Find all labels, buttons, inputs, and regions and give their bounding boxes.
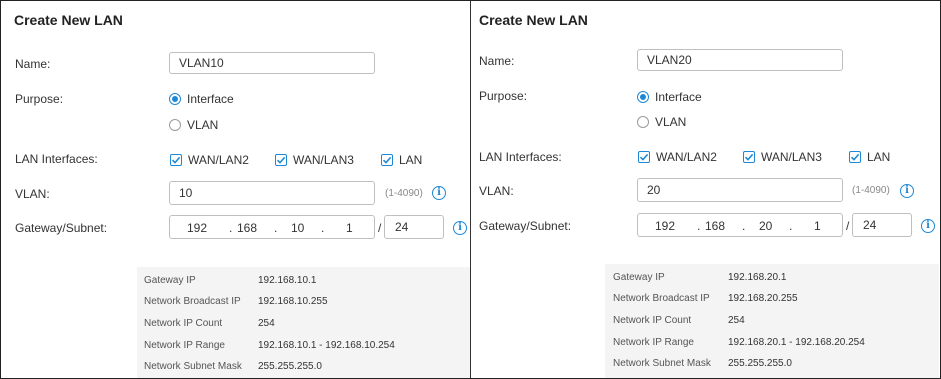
vlan-label: VLAN: <box>479 184 514 198</box>
radio-label: Interface <box>655 90 702 104</box>
ip-octet-1: 192 <box>187 221 208 235</box>
create-lan-panel-vlan10: Create New LAN Name: VLAN10 Purpose: Int… <box>1 1 471 378</box>
create-lan-panel-vlan20: Create New LAN Name: VLAN20 Purpose: Int… <box>471 1 939 378</box>
name-label: Name: <box>479 54 515 68</box>
checkbox-label: WAN/LAN2 <box>188 153 249 167</box>
purpose-radio-interface[interactable]: Interface <box>637 90 702 104</box>
radio-label: VLAN <box>187 118 219 132</box>
name-input[interactable]: VLAN20 <box>637 49 843 71</box>
subnet-slash: / <box>378 221 382 235</box>
subnet-mask-input[interactable]: 24 <box>852 213 912 237</box>
gateway-ip-input[interactable]: 192 . 168 . 10 . 1 <box>169 215 375 239</box>
ip-octet-2: 168 <box>705 219 726 233</box>
ip-octet-1: 192 <box>655 219 676 233</box>
purpose-radio-interface[interactable]: Interface <box>169 92 234 106</box>
checkmark-icon <box>381 154 393 166</box>
radio-label: VLAN <box>655 115 687 129</box>
radio-unselected-icon <box>169 119 181 131</box>
panel-title: Create New LAN <box>479 12 588 28</box>
radio-selected-icon <box>637 91 649 103</box>
name-label: Name: <box>15 57 51 71</box>
purpose-label: Purpose: <box>479 89 528 103</box>
checkmark-icon <box>638 151 650 163</box>
vlan-range-hint: (1-4090) <box>385 188 423 199</box>
vlan-input[interactable]: 10 <box>169 181 375 205</box>
gateway-subnet-label: Gateway/Subnet: <box>15 221 108 235</box>
network-summary: Gateway IP 192.168.20.1 Network Broadcast… <box>605 264 939 378</box>
info-icon[interactable]: i <box>453 221 467 235</box>
checkbox-label: WAN/LAN3 <box>293 153 354 167</box>
radio-unselected-icon <box>637 116 649 128</box>
checkmark-icon <box>743 151 755 163</box>
checkbox-wan-lan2[interactable]: WAN/LAN2 <box>170 153 249 167</box>
lan-interfaces-label: LAN Interfaces: <box>15 152 98 166</box>
ip-octet-3: 20 <box>759 219 773 233</box>
checkmark-icon <box>275 154 287 166</box>
ip-octet-4: 1 <box>814 219 821 233</box>
checkmark-icon <box>849 151 861 163</box>
vlan-input[interactable]: 20 <box>637 178 843 202</box>
checkbox-label: WAN/LAN2 <box>656 150 717 164</box>
info-icon[interactable]: i <box>900 184 914 198</box>
radio-selected-icon <box>169 93 181 105</box>
ip-octet-3: 10 <box>291 221 305 235</box>
checkbox-lan[interactable]: LAN <box>849 150 890 164</box>
name-input[interactable]: VLAN10 <box>169 52 375 74</box>
gateway-subnet-label: Gateway/Subnet: <box>479 219 572 233</box>
panel-title: Create New LAN <box>14 12 123 28</box>
info-icon[interactable]: i <box>432 186 446 200</box>
checkbox-wan-lan2[interactable]: WAN/LAN2 <box>638 150 717 164</box>
checkbox-lan[interactable]: LAN <box>381 153 422 167</box>
checkbox-wan-lan3[interactable]: WAN/LAN3 <box>275 153 354 167</box>
gateway-ip-input[interactable]: 192 . 168 . 20 . 1 <box>637 213 843 237</box>
info-icon[interactable]: i <box>921 219 935 233</box>
subnet-mask-input[interactable]: 24 <box>384 215 444 239</box>
purpose-label: Purpose: <box>15 92 64 106</box>
checkbox-wan-lan3[interactable]: WAN/LAN3 <box>743 150 822 164</box>
network-summary: Gateway IP 192.168.10.1 Network Broadcast… <box>137 267 470 378</box>
ip-octet-2: 168 <box>237 221 258 235</box>
ip-octet-4: 1 <box>346 221 353 235</box>
vlan-label: VLAN: <box>15 187 50 201</box>
checkbox-label: LAN <box>399 153 423 167</box>
radio-label: Interface <box>187 92 234 106</box>
checkbox-label: WAN/LAN3 <box>761 150 822 164</box>
vlan-range-hint: (1-4090) <box>852 185 890 196</box>
lan-interfaces-label: LAN Interfaces: <box>479 150 562 164</box>
checkbox-label: LAN <box>867 150 891 164</box>
comparison-frame: Create New LAN Name: VLAN10 Purpose: Int… <box>0 0 941 379</box>
subnet-slash: / <box>846 219 850 233</box>
purpose-radio-vlan[interactable]: VLAN <box>637 115 686 129</box>
checkmark-icon <box>170 154 182 166</box>
purpose-radio-vlan[interactable]: VLAN <box>169 118 218 132</box>
